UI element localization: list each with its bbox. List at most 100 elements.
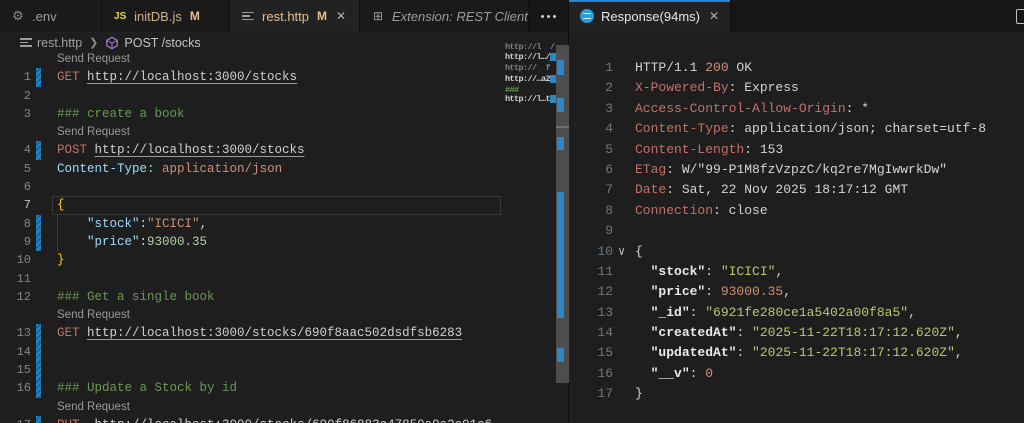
tab-initdb-js[interactable]: JS initDB.js M xyxy=(102,0,231,32)
response-line[interactable]: 2 X-Powered-By: Express xyxy=(569,78,1024,98)
tab-extension-rest-client[interactable]: ⊞ Extension: REST Client xyxy=(360,0,529,32)
codelens-row[interactable]: Send Request xyxy=(0,50,503,68)
code-line[interactable]: 4 POST http://localhost:3000/stocks xyxy=(0,141,503,160)
symbol-method-icon xyxy=(106,36,119,49)
response-line[interactable]: 1 HTTP/1.1 200 OK xyxy=(569,58,1024,78)
code-line[interactable]: 8 "stock":"ICICI", xyxy=(0,214,503,233)
response-line[interactable]: 5 Content-Length: 153 xyxy=(569,140,1024,160)
code-line[interactable]: 16 ### Update a Stock by id xyxy=(0,379,503,398)
editor-group-left: ⚙ .env JS initDB.js M rest.http M ⊞ Exte… xyxy=(0,0,569,423)
line-number: 5 xyxy=(23,161,31,176)
line-number: 1 xyxy=(605,60,613,75)
minimap-line: http:// f xyxy=(505,63,551,73)
line-number: 8 xyxy=(605,202,613,218)
tab-label: Response(94ms) xyxy=(601,8,700,24)
response-editor[interactable]: 1 HTTP/1.1 200 OK 2 X-Powered-By: Express 3 A… xyxy=(569,58,1024,405)
codelens-row[interactable]: Send Request xyxy=(0,306,503,324)
response-line[interactable]: 6 ETag: W/"99-P1M8fzVzpzC/kq2re7MgIwwrkDw… xyxy=(569,160,1024,180)
vscode-editor-area: ⚙ .env JS initDB.js M rest.http M ⊞ Exte… xyxy=(0,0,1024,423)
line-number: 3 xyxy=(23,106,31,121)
git-modified-gutter xyxy=(36,141,41,160)
codelens-row[interactable]: Send Request xyxy=(0,123,503,141)
close-icon[interactable] xyxy=(706,8,722,24)
code-line[interactable]: 12 ### Get a single book xyxy=(0,288,503,306)
code-line[interactable]: 6 xyxy=(0,178,503,196)
line-number: 6 xyxy=(23,180,31,195)
line-number: 11 xyxy=(16,271,31,286)
minimap-line: http://…a2 xyxy=(505,74,551,84)
response-line[interactable]: 13 "_id": "6921fe280ce1a5402a00f8a5", xyxy=(569,303,1024,323)
code-line[interactable]: 11 xyxy=(0,270,503,288)
line-number: 2 xyxy=(23,88,31,103)
minimap[interactable]: http://l / http://l…/s http:// f http://…a2… xyxy=(503,33,556,423)
overview-ruler-modified-mark xyxy=(557,60,564,75)
line-number: 17 xyxy=(0,416,31,423)
modified-badge: M xyxy=(317,9,327,23)
code-line[interactable]: 13 GET http://localhost:3000/stocks/690f8… xyxy=(0,324,503,343)
code-line[interactable]: 7{ xyxy=(0,196,503,215)
response-line[interactable]: 7 Date: Sat, 22 Nov 2025 18:17:12 GMT xyxy=(569,180,1024,200)
code-line[interactable]: 15 xyxy=(0,361,503,380)
line-number: 15 xyxy=(597,345,613,361)
line-number: 4 xyxy=(23,143,31,158)
tab-label: Extension: REST Client xyxy=(392,8,528,24)
split-editor-icon[interactable] xyxy=(1016,9,1024,24)
git-modified-gutter xyxy=(36,342,41,362)
line-number: 16 xyxy=(16,381,31,396)
code-line[interactable]: 5 Content-Type: application/json xyxy=(0,160,503,178)
code-line[interactable]: 2 xyxy=(0,87,503,105)
code-line[interactable]: 3 ### create a book xyxy=(0,105,503,123)
response-line[interactable]: 16 "__v": 0 xyxy=(569,364,1024,384)
code-line[interactable]: 17PUT http://localhost:3000/stocks/690f8… xyxy=(0,415,503,423)
response-line[interactable]: 12 "price": 93000.35, xyxy=(569,282,1024,302)
close-icon[interactable] xyxy=(333,8,349,24)
response-line[interactable]: 17} xyxy=(569,384,1024,404)
git-modified-gutter xyxy=(36,361,41,380)
tab-response[interactable]: Response(94ms) xyxy=(569,0,731,32)
response-line[interactable]: 14 "createdAt": "2025-11-22T18:17:12.620… xyxy=(569,323,1024,343)
code-line[interactable]: 9 "price":93000.35 xyxy=(0,232,503,252)
scrollbar-separator xyxy=(556,126,569,128)
response-line[interactable]: 11 "stock": "ICICI", xyxy=(569,262,1024,282)
response-line[interactable]: 10 ∨{ xyxy=(569,242,1024,262)
response-line[interactable]: 8 Connection: close xyxy=(569,201,1024,221)
chevron-right-icon: ❯ xyxy=(89,37,99,49)
send-request-link[interactable]: Send Request xyxy=(57,50,130,68)
line-number: 4 xyxy=(605,121,613,137)
gear-icon: ⚙ xyxy=(12,8,24,23)
editor-group-right: Response(94ms) 1HTTP/1.1 200 OK2X-Powere… xyxy=(569,0,1024,423)
line-number: 17 xyxy=(597,386,613,402)
scrollbar-left-editor[interactable] xyxy=(556,33,569,423)
code-line[interactable]: 14 xyxy=(0,342,503,362)
send-request-link[interactable]: Send Request xyxy=(57,306,130,324)
git-modified-gutter xyxy=(36,214,41,233)
response-icon xyxy=(579,8,595,24)
overview-ruler-modified-mark xyxy=(557,348,564,362)
codelens-row[interactable]: Send Request xyxy=(0,398,503,416)
tab-rest-http[interactable]: rest.http M xyxy=(230,0,360,32)
code-line[interactable]: 1 GET http://localhost:3000/stocks xyxy=(0,68,503,87)
line-number: 10 xyxy=(16,253,31,268)
git-modified-gutter xyxy=(36,415,41,423)
breadcrumb-file[interactable]: rest.http xyxy=(37,36,82,50)
git-modified-gutter xyxy=(36,379,41,398)
response-line[interactable]: 4 Content-Type: application/json; charset… xyxy=(569,119,1024,139)
tab-env[interactable]: ⚙ .env xyxy=(0,0,103,32)
line-number: 8 xyxy=(23,216,31,231)
more-actions-button[interactable] xyxy=(529,0,568,32)
breadcrumb-symbol[interactable]: POST /stocks xyxy=(124,36,200,50)
response-line[interactable]: 3 Access-Control-Allow-Origin: * xyxy=(569,99,1024,119)
rest-http-editor[interactable]: Send Request 1 GET http://localhost:3000/s… xyxy=(0,50,503,423)
send-request-link[interactable]: Send Request xyxy=(57,398,130,416)
fold-chevron-icon[interactable]: ∨ xyxy=(618,242,625,262)
response-line[interactable]: 9 xyxy=(569,221,1024,241)
code-line[interactable]: 10} xyxy=(0,251,503,269)
line-number: 13 xyxy=(16,326,31,341)
response-line[interactable]: 15 "updatedAt": "2025-11-22T18:17:12.620… xyxy=(569,343,1024,363)
line-number: 7 xyxy=(23,198,31,213)
git-modified-gutter xyxy=(36,232,41,252)
line-number: 3 xyxy=(605,100,613,116)
send-request-link[interactable]: Send Request xyxy=(57,123,130,141)
line-number: 5 xyxy=(605,141,613,157)
modified-badge: M xyxy=(189,9,200,23)
